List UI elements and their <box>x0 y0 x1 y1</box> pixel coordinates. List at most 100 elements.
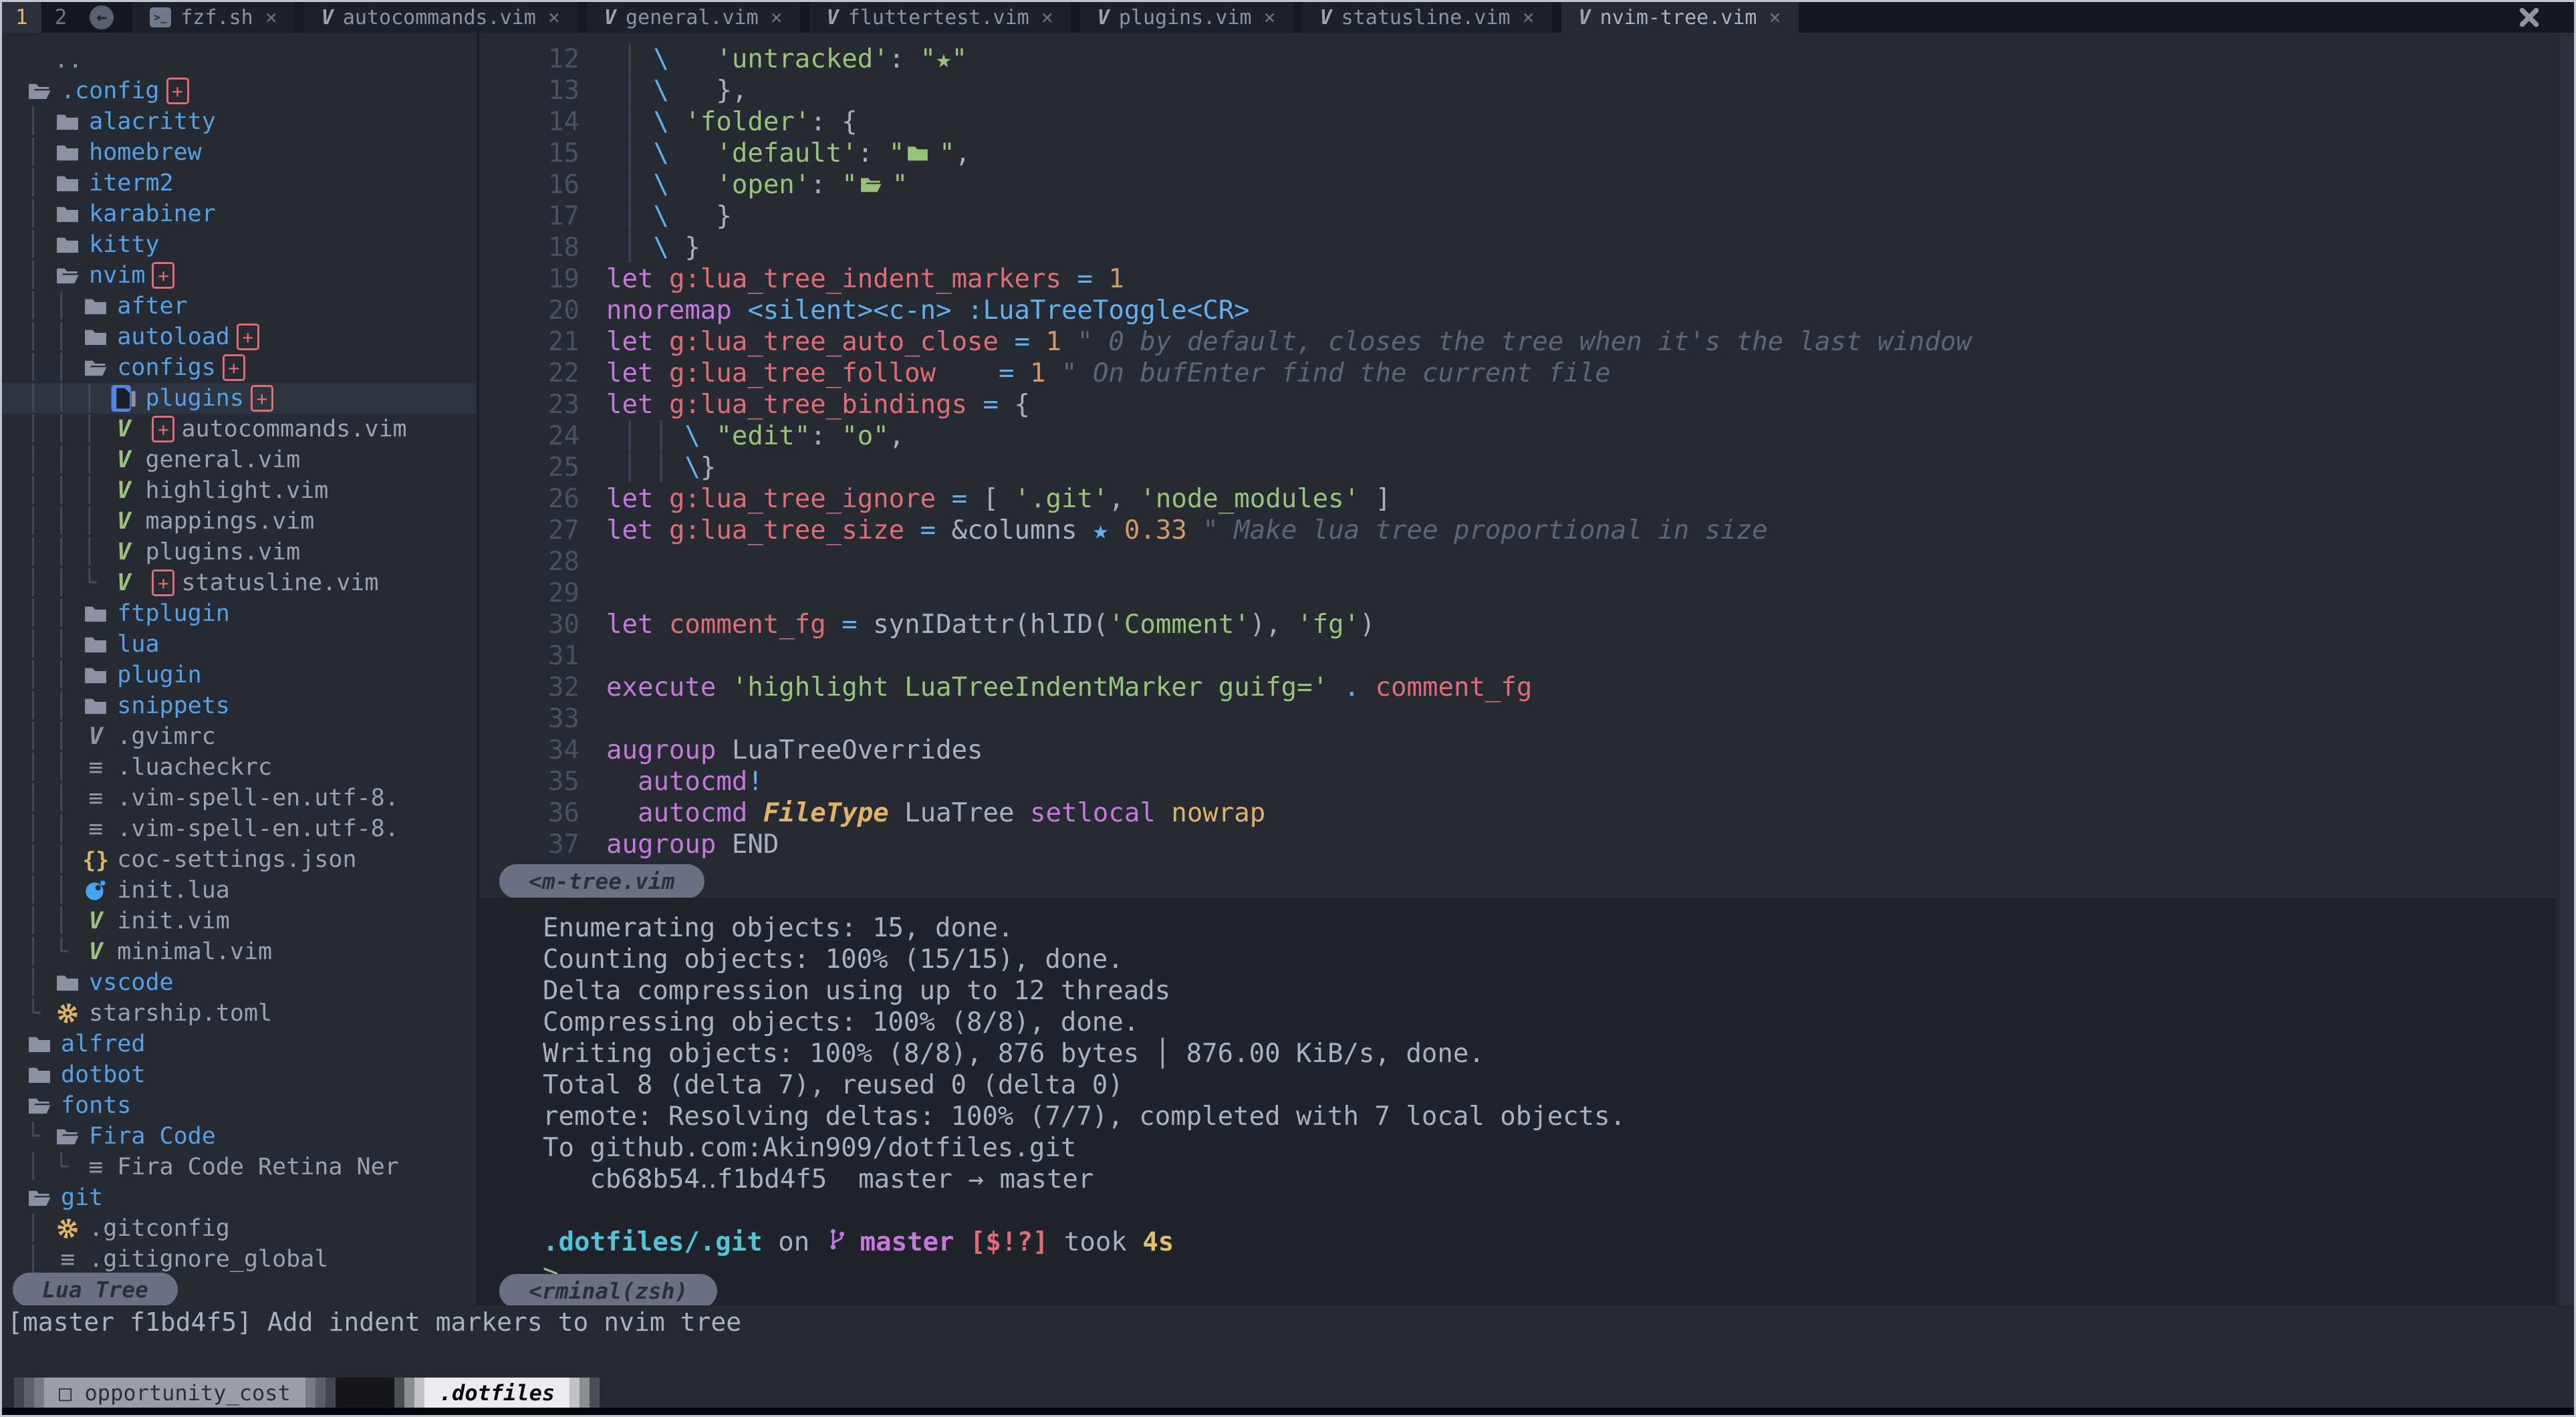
code-line-28[interactable]: 28 <box>479 546 2557 577</box>
tabpage-number[interactable]: 2 <box>41 2 81 33</box>
tree-item-Fira-Code-Retina-Ner[interactable]: │ └ ≡Fira Code Retina Ner <box>2 1152 477 1182</box>
tree-item-vscode[interactable]: │ vscode <box>2 967 477 998</box>
code-area[interactable]: 12 │ \ 'untracked': "★"13 │ \ },14 │ \ '… <box>479 33 2557 864</box>
tree-item-nvim[interactable]: │ nvim+ <box>2 260 477 291</box>
tabpage-number[interactable]: 1 <box>2 2 41 33</box>
tree-item-mappings.vim[interactable]: │ │ │ Vmappings.vim <box>2 506 477 537</box>
tree-item-configs[interactable]: │ │ configs+ <box>2 352 477 383</box>
tabpage-numbers: 12 <box>2 2 80 33</box>
tab-autocommands.vim[interactable]: Vautocommands.vim× <box>304 2 577 33</box>
code-line-36[interactable]: 36 autocmd FileType LuaTree setlocal now… <box>479 797 2557 829</box>
code-line-13[interactable]: 13 │ \ }, <box>479 75 2557 106</box>
tree-item-.vim-spell-en.utf-8.[interactable]: │ │ ≡.vim-spell-en.utf-8. <box>2 783 477 813</box>
code-line-29[interactable]: 29 <box>479 577 2557 609</box>
tree-item-fonts[interactable]: fonts <box>2 1090 477 1121</box>
tree-indent-guide: │ │ <box>26 692 82 719</box>
code-line-30[interactable]: 30let comment_fg = synIDattr(hlID('Comme… <box>479 609 2557 640</box>
code-line-21[interactable]: 21let g:lua_tree_auto_close = 1 " 0 by d… <box>479 326 2557 358</box>
code-line-19[interactable]: 19let g:lua_tree_indent_markers = 1 <box>479 263 2557 295</box>
tree-item-plugin[interactable]: │ │ plugin <box>2 660 477 690</box>
code-line-22[interactable]: 22let g:lua_tree_follow = 1 " On bufEnte… <box>479 358 2557 389</box>
terminal-split[interactable]: Enumerating objects: 15, done.Counting o… <box>479 898 2557 1305</box>
tree-item-minimal.vim[interactable]: │ └ Vminimal.vim <box>2 936 477 967</box>
tree-item-coc-settings.json[interactable]: │ │ {}coc-settings.json <box>2 844 477 875</box>
code-line-37[interactable]: 37augroup END <box>479 829 2557 860</box>
code-token <box>1030 326 1045 358</box>
tmux-window-opportunity_cost[interactable]: □ opportunity_cost <box>14 1378 336 1408</box>
tree-item-general.vim[interactable]: │ │ │ Vgeneral.vim <box>2 444 477 475</box>
code-line-18[interactable]: 18 │ \ } <box>479 232 2557 263</box>
line-number: 33 <box>479 703 579 735</box>
code-line-20[interactable]: 20nnoremap <silent><c-n> :LuaTreeToggle<… <box>479 295 2557 326</box>
code-line-34[interactable]: 34augroup LuaTreeOverrides <box>479 735 2557 766</box>
tree-indent-guide: │ <box>26 1215 54 1242</box>
code-line-15[interactable]: 15 │ \ 'default': "", <box>479 138 2557 169</box>
tree-item-kitty[interactable]: │ kitty <box>2 229 477 260</box>
tab-close-icon[interactable]: × <box>1041 6 1053 29</box>
code-token <box>606 201 622 232</box>
code-line-23[interactable]: 23let g:lua_tree_bindings = { <box>479 389 2557 420</box>
code-line-35[interactable]: 35 autocmd! <box>479 766 2557 797</box>
tree-item-.vim-spell-en.utf-8.[interactable]: │ │ ≡.vim-spell-en.utf-8. <box>2 813 477 844</box>
tree-item-highlight.vim[interactable]: │ │ │ Vhighlight.vim <box>2 475 477 506</box>
code-line-17[interactable]: 17 │ \ } <box>479 201 2557 232</box>
tree-item-homebrew[interactable]: │ homebrew <box>2 137 477 168</box>
tree-item-..[interactable]: .. <box>2 45 477 76</box>
code-line-12[interactable]: 12 │ \ 'untracked': "★" <box>479 43 2557 75</box>
tree-item-starship.toml[interactable]: └ starship.toml <box>2 998 477 1029</box>
git-new-badge: + <box>152 416 174 442</box>
code-line-27[interactable]: 27let g:lua_tree_size = &columns ★ 0.33 … <box>479 515 2557 546</box>
tab-statusline.vim[interactable]: Vstatusline.vim× <box>1303 2 1552 33</box>
tree-indent-guide: │ │ <box>26 662 82 688</box>
tmux-status-bar: □ opportunity_cost .dotfiles <box>2 1378 2574 1408</box>
back-arrow-icon[interactable]: ← <box>90 5 114 29</box>
tab-nvim-tree.vim[interactable]: Vnvim-tree.vim× <box>1561 2 1799 33</box>
tree-item-karabiner[interactable]: │ karabiner <box>2 199 477 229</box>
tab-close-icon[interactable]: × <box>1264 6 1276 29</box>
tree-indent-guide: │ │ <box>26 846 82 873</box>
tree-item-git[interactable]: git <box>2 1182 477 1213</box>
tree-item-Fira-Code[interactable]: └ Fira Code <box>2 1121 477 1152</box>
code-token: │ <box>622 201 637 232</box>
tree-item-autocommands.vim[interactable]: │ │ │ V+autocommands.vim <box>2 414 477 444</box>
tree-item-lua[interactable]: │ │ lua <box>2 629 477 660</box>
tmux-window-.dotfiles[interactable]: .dotfiles <box>394 1378 600 1408</box>
tree-item-dotbot[interactable]: dotbot <box>2 1059 477 1090</box>
tab-close-icon[interactable]: × <box>265 6 277 29</box>
tree-item-init.lua[interactable]: │ │ init.lua <box>2 875 477 906</box>
tab-close-icon[interactable]: × <box>548 6 560 29</box>
tree-item-ftplugin[interactable]: │ │ ftplugin <box>2 598 477 629</box>
code-line-14[interactable]: 14 │ \ 'folder': { <box>479 106 2557 138</box>
tree-item-plugins.vim[interactable]: │ │ │ Vplugins.vim <box>2 537 477 567</box>
tree-item-.gitconfig[interactable]: │ .gitconfig <box>2 1213 477 1244</box>
tree-item-.gvimrc[interactable]: │ │ V.gvimrc <box>2 721 477 752</box>
code-line-24[interactable]: 24 │ │ \ "edit": "o", <box>479 420 2557 452</box>
tree-item-alacritty[interactable]: │ alacritty <box>2 106 477 137</box>
tree-item-label: plugin <box>117 662 201 688</box>
tree-item-.luacheckrc[interactable]: │ │ ≡.luacheckrc <box>2 752 477 783</box>
tab-fluttertest.vim[interactable]: Vfluttertest.vim× <box>809 2 1071 33</box>
tab-fzf.sh[interactable]: >_fzf.sh× <box>132 2 294 33</box>
code-line-16[interactable]: 16 │ \ 'open': "" <box>479 169 2557 201</box>
tab-close-icon[interactable]: × <box>1769 6 1781 29</box>
tree-item-after[interactable]: │ │ after <box>2 291 477 321</box>
tab-close-icon[interactable]: × <box>771 6 783 29</box>
code-line-25[interactable]: 25 │ │ \} <box>479 452 2557 483</box>
code-line-26[interactable]: 26let g:lua_tree_ignore = [ '.git', 'nod… <box>479 483 2557 515</box>
tree-item-init.vim[interactable]: │ │ Vinit.vim <box>2 906 477 936</box>
tree-item-snippets[interactable]: │ │ snippets <box>2 690 477 721</box>
tree-item-alfred[interactable]: alfred <box>2 1029 477 1059</box>
code-line-32[interactable]: 32execute 'highlight LuaTreeIndentMarker… <box>479 672 2557 703</box>
close-icon[interactable] <box>2519 2 2539 33</box>
tree-item-autoload[interactable]: │ │ autoload+ <box>2 321 477 352</box>
tab-general.vim[interactable]: Vgeneral.vim× <box>587 2 800 33</box>
tree-item-plugins[interactable]: │ │ │ plugins+ <box>2 383 477 414</box>
tree-item-iterm2[interactable]: │ iterm2 <box>2 168 477 199</box>
code-line-31[interactable]: 31 <box>479 640 2557 672</box>
code-line-33[interactable]: 33 <box>479 703 2557 735</box>
tab-plugins.vim[interactable]: Vplugins.vim× <box>1080 2 1293 33</box>
tab-close-icon[interactable]: × <box>1523 6 1535 29</box>
tree-item-statusline.vim[interactable]: │ │ └ V+statusline.vim <box>2 567 477 598</box>
tree-item-.gitignore-global[interactable]: │ ≡.gitignore_global <box>2 1244 477 1275</box>
tree-item-.config[interactable]: .config+ <box>2 76 477 106</box>
